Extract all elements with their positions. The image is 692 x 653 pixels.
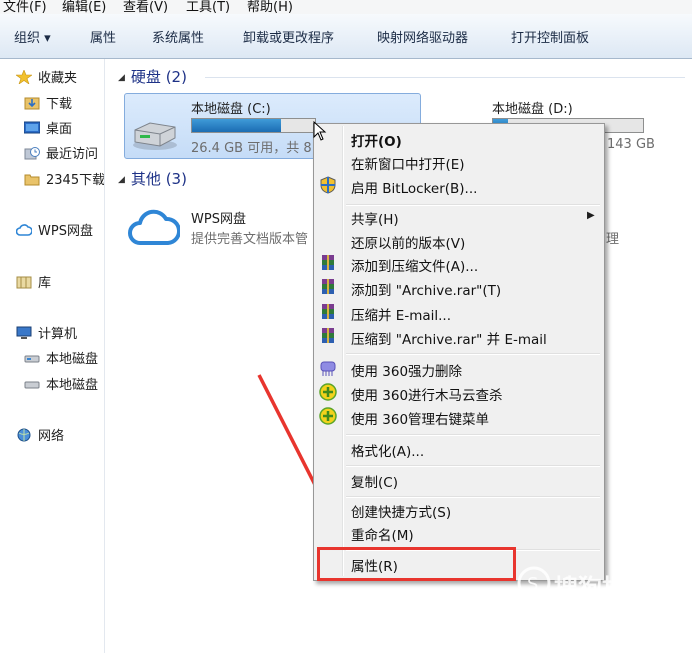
group-header-hard-drives[interactable]: ◢ 硬盘 (2) xyxy=(118,66,187,87)
menu-item-compress-rar-email[interactable]: 压缩到 "Archive.rar" 并 E-mail xyxy=(351,328,547,348)
sogou-logo: S xyxy=(517,566,551,600)
winrar-icon xyxy=(319,303,337,321)
desktop-icon xyxy=(23,121,41,135)
drive-c-free-space: 26.4 GB 可用，共 8 xyxy=(191,141,312,156)
menu-item-360-manage-menu[interactable]: 使用 360管理右键菜单 xyxy=(351,408,489,428)
hard-drive-icon xyxy=(130,118,180,152)
nav-favorites[interactable]: 收藏夹 xyxy=(15,67,77,86)
menu-separator xyxy=(346,204,600,206)
menu-icon-gutter xyxy=(342,126,344,576)
mouse-cursor-icon xyxy=(313,121,327,141)
cloud-icon xyxy=(15,223,33,237)
menu-separator xyxy=(346,434,600,436)
menu-separator xyxy=(346,353,600,355)
drive-c-usage-bar xyxy=(191,118,316,133)
drive-icon xyxy=(24,351,40,365)
menu-item-open-new-window[interactable]: 在新窗口中打开(E) xyxy=(351,153,465,173)
drive-icon xyxy=(24,377,40,391)
nav-downloads[interactable]: 下载 xyxy=(24,93,72,112)
menu-separator xyxy=(346,496,600,498)
folder-icon xyxy=(24,172,40,186)
command-toolbar: 组织 ▾ 属性 系统属性 卸载或更改程序 映射网络驱动器 打开控制面板 xyxy=(0,14,692,59)
group-divider xyxy=(205,77,685,78)
menu-edit[interactable]: 编辑(E) xyxy=(62,0,106,14)
map-network-drive-button[interactable]: 映射网络驱动器 xyxy=(377,27,468,46)
menu-item-open[interactable]: 打开(O) xyxy=(351,130,402,150)
winrar-icon xyxy=(319,327,337,345)
nav-computer[interactable]: 计算机 xyxy=(16,323,77,342)
collapse-triangle-icon: ◢ xyxy=(118,175,125,185)
menu-item-360-trojan-scan[interactable]: 使用 360进行木马云查杀 xyxy=(351,384,503,404)
menu-item-copy[interactable]: 复制(C) xyxy=(351,471,398,491)
download-folder-icon xyxy=(24,96,40,110)
menu-item-bitlocker[interactable]: 启用 BitLocker(B)... xyxy=(351,177,477,197)
nav-network[interactable]: 网络 xyxy=(16,425,64,444)
star-icon xyxy=(15,69,33,85)
menu-view[interactable]: 查看(V) xyxy=(123,0,168,14)
nav-desktop[interactable]: 桌面 xyxy=(23,118,72,137)
organize-button[interactable]: 组织 ▾ xyxy=(14,27,51,46)
nav-2345-downloads[interactable]: 2345下载 xyxy=(24,169,104,188)
360-plus-icon xyxy=(319,383,337,401)
annotation-highlight-box xyxy=(317,547,516,581)
network-globe-icon xyxy=(16,428,32,442)
menu-item-restore-versions[interactable]: 还原以前的版本(V) xyxy=(351,232,465,252)
menu-item-add-to-rar[interactable]: 添加到 "Archive.rar"(T) xyxy=(351,279,501,299)
recent-places-icon xyxy=(24,146,40,160)
open-control-panel-button[interactable]: 打开控制面板 xyxy=(511,27,589,46)
shredder-360-icon xyxy=(319,359,337,377)
computer-icon xyxy=(16,326,32,340)
drive-d-name[interactable]: 本地磁盘 (D:) xyxy=(492,98,573,117)
collapse-triangle-icon: ◢ xyxy=(118,73,125,83)
menu-item-360-force-delete[interactable]: 使用 360强力删除 xyxy=(351,360,462,380)
menu-item-create-shortcut[interactable]: 创建快捷方式(S) xyxy=(351,501,451,521)
menu-tools[interactable]: 工具(T) xyxy=(186,0,230,14)
nav-libraries[interactable]: 库 xyxy=(16,272,51,291)
drive-c-usage-fill xyxy=(192,119,281,132)
drive-d-free-space: 143 GB xyxy=(607,137,655,152)
group-header-other[interactable]: ◢ 其他 (3) xyxy=(118,168,187,189)
watermark-url: zhinan.sogou.com xyxy=(518,606,653,621)
winrar-icon xyxy=(319,278,337,296)
menu-item-add-to-archive[interactable]: 添加到压缩文件(A)... xyxy=(351,255,478,275)
nav-wps-cloud[interactable]: WPS网盘 xyxy=(15,220,93,239)
system-properties-button[interactable]: 系统属性 xyxy=(152,27,204,46)
wps-cloud-name[interactable]: WPS网盘 xyxy=(191,208,246,227)
menu-item-compress-email[interactable]: 压缩并 E-mail... xyxy=(351,304,451,324)
uninstall-program-button[interactable]: 卸载或更改程序 xyxy=(243,27,334,46)
nav-local-disk-d[interactable]: 本地磁盘 xyxy=(24,374,98,393)
nav-recent-places[interactable]: 最近访问 xyxy=(24,143,98,162)
wps-cloud-icon[interactable] xyxy=(128,203,181,247)
winrar-icon xyxy=(319,254,337,272)
menu-item-rename[interactable]: 重命名(M) xyxy=(351,524,414,544)
menu-bar: 文件(F) 编辑(E) 查看(V) 工具(T) 帮助(H) xyxy=(0,0,692,14)
watermark-brand: 搜狗指南 xyxy=(554,574,650,602)
wps-cloud-description: 提供完善文档版本管 xyxy=(191,232,309,247)
context-menu: 打开(O) 在新窗口中打开(E) 启用 BitLocker(B)... 共享(H… xyxy=(313,123,605,581)
menu-separator xyxy=(346,465,600,467)
360-plus-icon xyxy=(319,407,337,425)
submenu-arrow-icon: ▶ xyxy=(587,210,595,221)
menu-item-share[interactable]: 共享(H) xyxy=(351,208,399,228)
menu-item-format[interactable]: 格式化(A)... xyxy=(351,440,424,460)
nav-local-disk-c[interactable]: 本地磁盘 xyxy=(24,348,98,367)
navigation-pane: 收藏夹 下载 桌面 最近访问 2345下载 WPS网盘 库 计算机 本地磁盘 本… xyxy=(0,59,105,653)
menu-help[interactable]: 帮助(H) xyxy=(247,0,293,14)
svg-text:S: S xyxy=(527,574,538,595)
wps-description-trail: 理 xyxy=(606,232,620,247)
drive-c-name: 本地磁盘 (C:) xyxy=(191,102,271,117)
menu-file[interactable]: 文件(F) xyxy=(3,0,47,14)
library-icon xyxy=(16,275,32,289)
uac-shield-icon xyxy=(319,176,337,194)
properties-button[interactable]: 属性 xyxy=(90,27,116,46)
